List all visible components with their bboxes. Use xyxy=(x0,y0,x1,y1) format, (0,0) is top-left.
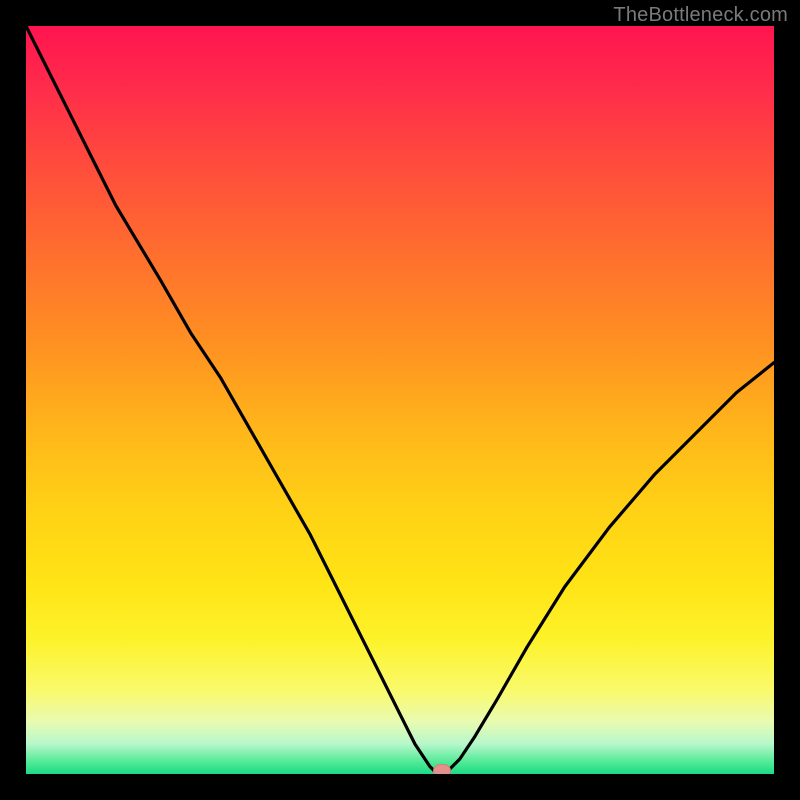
bottleneck-curve xyxy=(26,26,774,774)
min-marker xyxy=(433,764,451,774)
chart-frame: TheBottleneck.com xyxy=(0,0,800,800)
plot-area xyxy=(26,26,774,774)
watermark-text: TheBottleneck.com xyxy=(613,4,788,27)
chart-overlay xyxy=(26,26,774,774)
